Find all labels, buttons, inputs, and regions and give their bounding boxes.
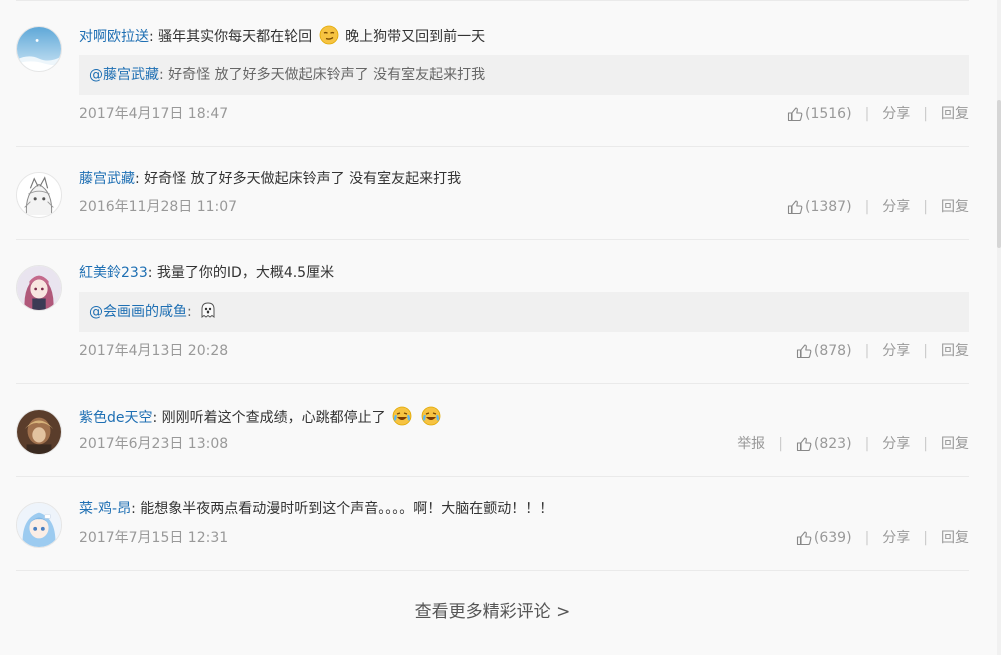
comment-text-line: 菜-鸡-昂: 能想象半夜两点看动漫时听到这个声音。。。。啊！大脑在颤动！！！	[79, 501, 554, 517]
separator: |	[923, 530, 928, 546]
comment-actions: (1516) | 分享 | 回复	[787, 104, 969, 124]
reply-button[interactable]: 回复	[941, 197, 969, 217]
share-button[interactable]: 分享	[882, 434, 910, 454]
quoted-username-link[interactable]: @会画画的咸鱼	[89, 304, 187, 320]
avatar[interactable]	[16, 26, 62, 72]
username-link[interactable]: 紫色de天空	[79, 410, 153, 426]
laugh-cry-emoji-icon	[392, 406, 412, 426]
avatar[interactable]	[16, 172, 62, 218]
avatar[interactable]	[16, 502, 62, 548]
view-more-comments-link[interactable]: 查看更多精彩评论 >	[0, 600, 985, 624]
comment-date: 2017年4月17日 18:47	[79, 106, 229, 122]
comment-actions: (639) | 分享 | 回复	[796, 528, 969, 548]
comment-meta: 2017年4月13日 20:28 (878) | 分享 | 回复	[79, 341, 969, 361]
share-button[interactable]: 分享	[882, 104, 910, 124]
comment-text-line: 紫色de天空: 刚刚听着这个查成绩，心跳都停止了	[79, 406, 443, 428]
comment-text-line: 紅美鈴233: 我量了你的ID，大概4.5厘米	[79, 265, 335, 281]
like-count: (823)	[813, 436, 852, 452]
comment-meta: 2017年4月17日 18:47 (1516) | 分享 | 回复	[79, 104, 969, 124]
share-button[interactable]: 分享	[882, 341, 910, 361]
comment-date: 2016年11月28日 11:07	[79, 199, 238, 215]
reply-button[interactable]: 回复	[941, 104, 969, 124]
separator: |	[923, 199, 928, 215]
report-button[interactable]: 举报	[737, 434, 765, 454]
comment-item: 紫色de天空: 刚刚听着这个查成绩，心跳都停止了 2017年6月23日 13:0…	[16, 383, 969, 476]
thumbs-up-icon	[796, 437, 812, 452]
like-button[interactable]: (1516)	[787, 104, 852, 124]
comment-date: 2017年7月15日 12:31	[79, 530, 229, 546]
comment-text: 我量了你的ID，大概4.5厘米	[156, 265, 335, 281]
ghost-emoji-icon	[198, 300, 218, 320]
like-button[interactable]: (878)	[796, 341, 852, 361]
comment-text: 刚刚听着这个查成绩，心跳都停止了	[161, 410, 386, 426]
thumbs-up-icon	[796, 531, 812, 546]
thumbs-up-icon	[787, 200, 803, 215]
avatar[interactable]	[16, 265, 62, 311]
avatar[interactable]	[16, 409, 62, 455]
comment-meta: 2016年11月28日 11:07 (1387) | 分享 | 回复	[79, 197, 969, 217]
comment-date: 2017年4月13日 20:28	[79, 343, 229, 359]
scrollbar-thumb[interactable]	[997, 100, 1001, 248]
like-button[interactable]: (823)	[796, 434, 852, 454]
quoted-reply: @藤宫武藏: 好奇怪 放了好多天做起床铃声了 没有室友起来打我	[79, 55, 969, 95]
share-button[interactable]: 分享	[882, 197, 910, 217]
like-button[interactable]: (639)	[796, 528, 852, 548]
username-link[interactable]: 藤宫武藏	[79, 171, 135, 187]
separator: |	[864, 106, 870, 122]
comment-actions: (1387) | 分享 | 回复	[787, 197, 969, 217]
comment-actions: 举报 | (823) | 分享 | 回复	[737, 434, 969, 454]
like-count: (639)	[813, 530, 852, 546]
quoted-username-link[interactable]: @藤宫武藏	[89, 67, 159, 83]
comment-item: 对啊欧拉送: 骚年其实你每天都在轮回 晚上狗带又回到前一天 @藤宫武藏: 好奇怪…	[16, 0, 969, 146]
comment-date: 2017年6月23日 13:08	[79, 436, 229, 452]
username-link[interactable]: 菜-鸡-昂	[79, 501, 131, 517]
reply-button[interactable]: 回复	[941, 434, 969, 454]
scrollbar-track[interactable]	[997, 0, 1001, 655]
comment-text: 晚上狗带又回到前一天	[345, 29, 486, 45]
comment-item: 紅美鈴233: 我量了你的ID，大概4.5厘米 @会画画的咸鱼: 2017年4月…	[16, 239, 969, 383]
comment-item: 藤宫武藏: 好奇怪 放了好多天做起床铃声了 没有室友起来打我 2016年11月2…	[16, 146, 969, 239]
comment-meta: 2017年7月15日 12:31 (639) | 分享 | 回复	[79, 528, 969, 548]
reply-button[interactable]: 回复	[941, 341, 969, 361]
comment-text: 好奇怪 放了好多天做起床铃声了 没有室友起来打我	[144, 171, 462, 187]
separator: |	[864, 436, 870, 452]
laugh-cry-emoji-icon	[421, 406, 441, 426]
like-count: (1387)	[805, 199, 852, 215]
quoted-text: 好奇怪 放了好多天做起床铃声了 没有室友起来打我	[168, 67, 486, 83]
smirk-emoji-icon	[319, 25, 339, 45]
separator: |	[923, 106, 928, 122]
quoted-reply: @会画画的咸鱼:	[79, 292, 969, 332]
separator: |	[778, 436, 783, 452]
username-link[interactable]: 对啊欧拉送	[79, 29, 149, 45]
comment-text-line: 对啊欧拉送: 骚年其实你每天都在轮回 晚上狗带又回到前一天	[79, 25, 485, 47]
username-link[interactable]: 紅美鈴233	[79, 265, 148, 281]
comment-text: 骚年其实你每天都在轮回	[158, 29, 313, 45]
like-count: (878)	[813, 343, 852, 359]
divider	[16, 570, 969, 571]
share-button[interactable]: 分享	[882, 528, 910, 548]
thumbs-up-icon	[796, 344, 812, 359]
thumbs-up-icon	[787, 107, 803, 122]
reply-button[interactable]: 回复	[941, 528, 969, 548]
separator: |	[923, 436, 928, 452]
comment-item: 菜-鸡-昂: 能想象半夜两点看动漫时听到这个声音。。。。啊！大脑在颤动！！！ 2…	[16, 476, 969, 570]
separator: |	[864, 530, 870, 546]
comment-actions: (878) | 分享 | 回复	[796, 341, 969, 361]
separator: |	[864, 343, 870, 359]
like-count: (1516)	[805, 106, 852, 122]
like-button[interactable]: (1387)	[787, 197, 852, 217]
separator: |	[864, 199, 870, 215]
comment-meta: 2017年6月23日 13:08 举报 | (823) | 分享 | 回复	[79, 434, 969, 454]
comment-text-line: 藤宫武藏: 好奇怪 放了好多天做起床铃声了 没有室友起来打我	[79, 171, 462, 187]
separator: |	[923, 343, 928, 359]
comment-text: 能想象半夜两点看动漫时听到这个声音。。。。啊！大脑在颤动！！！	[140, 501, 554, 517]
